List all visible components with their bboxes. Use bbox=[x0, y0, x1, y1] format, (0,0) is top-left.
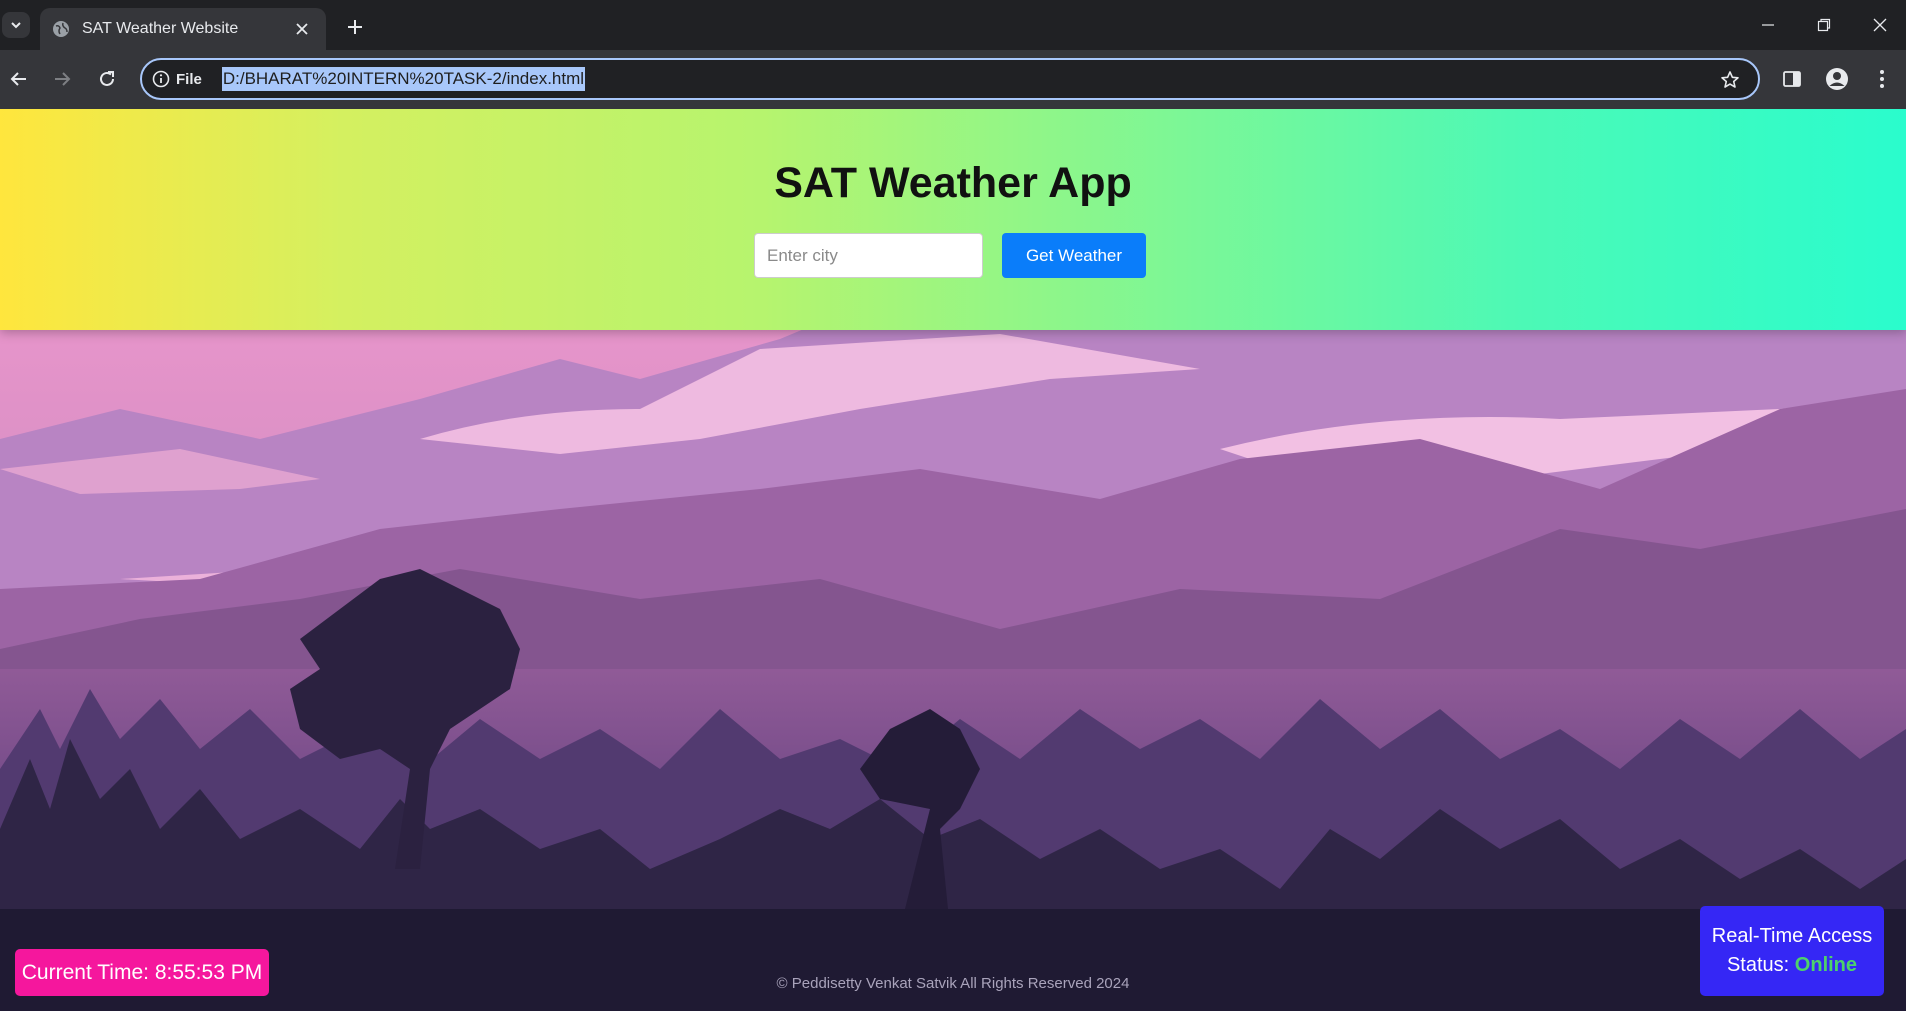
close-tab-icon[interactable] bbox=[290, 17, 314, 41]
status-title: Real-Time Access bbox=[1711, 925, 1873, 947]
reload-icon bbox=[100, 71, 114, 86]
get-weather-button[interactable]: Get Weather bbox=[1002, 233, 1146, 278]
side-panel-icon bbox=[1783, 71, 1801, 87]
profile-button[interactable] bbox=[1820, 62, 1854, 96]
browser-toolbar: File D:/BHARAT%20INTERN%20TASK-2/index.h… bbox=[0, 50, 1906, 109]
forward-button[interactable] bbox=[45, 62, 79, 96]
restore-icon bbox=[1817, 18, 1831, 32]
url-text[interactable]: D:/BHARAT%20INTERN%20TASK-2/index.html bbox=[221, 67, 586, 91]
browser-tabstrip: SAT Weather Website bbox=[0, 0, 1906, 50]
restore-button[interactable] bbox=[1796, 6, 1852, 44]
minimize-icon bbox=[1762, 24, 1774, 26]
status-label: Status: bbox=[1726, 954, 1790, 976]
arrow-right-icon bbox=[55, 72, 71, 86]
tab-search-button[interactable] bbox=[2, 12, 30, 38]
app-title: SAT Weather App bbox=[774, 159, 1132, 207]
app-header: SAT Weather App Get Weather bbox=[0, 109, 1906, 330]
site-info-chip[interactable]: File bbox=[152, 70, 202, 88]
minimize-button[interactable] bbox=[1740, 6, 1796, 44]
close-icon bbox=[1873, 18, 1887, 32]
status-value: Online bbox=[1794, 954, 1858, 976]
footer-copyright: © Peddisetty Venkat Satvik All Rights Re… bbox=[776, 975, 1130, 992]
realtime-status-box: Real-Time Access Status: Online bbox=[1700, 906, 1884, 996]
city-input[interactable] bbox=[754, 233, 983, 278]
arrow-left-icon bbox=[10, 72, 26, 86]
chevron-down-icon bbox=[11, 22, 21, 29]
info-icon bbox=[152, 70, 170, 88]
browser-tab[interactable]: SAT Weather Website bbox=[40, 8, 326, 50]
web-page: SAT Weather App Get Weather Current Time… bbox=[0, 109, 1906, 1011]
kebab-menu-icon bbox=[1880, 70, 1884, 88]
globe-icon bbox=[53, 21, 69, 37]
plus-icon bbox=[348, 20, 362, 34]
menu-button[interactable] bbox=[1865, 62, 1899, 96]
new-tab-button[interactable] bbox=[340, 12, 370, 42]
profile-icon bbox=[1826, 68, 1848, 90]
close-window-button[interactable] bbox=[1852, 6, 1906, 44]
file-scheme-label: File bbox=[176, 70, 202, 88]
side-panel-button[interactable] bbox=[1775, 62, 1809, 96]
reload-button[interactable] bbox=[90, 62, 124, 96]
back-button[interactable] bbox=[2, 62, 36, 96]
address-bar[interactable]: File D:/BHARAT%20INTERN%20TASK-2/index.h… bbox=[140, 58, 1760, 100]
tab-title: SAT Weather Website bbox=[82, 20, 239, 37]
bookmark-star-icon[interactable] bbox=[1718, 68, 1742, 92]
